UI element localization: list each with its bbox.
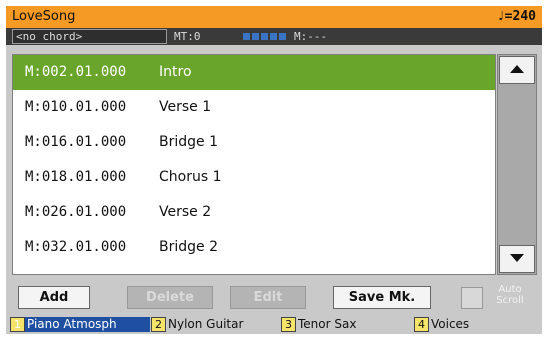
track-1[interactable]: 1 Piano Atmosph <box>10 317 150 332</box>
track-name: Tenor Sax <box>298 317 357 331</box>
song-title: LoveSong <box>12 9 76 24</box>
auto-scroll-checkbox[interactable] <box>461 287 483 309</box>
marker-time: M:016.01.000 <box>25 134 127 150</box>
list-scrollbar[interactable] <box>497 54 537 275</box>
track-name: Piano Atmosph <box>27 317 117 331</box>
track-name: Voices <box>431 317 470 331</box>
list-item[interactable]: M:032.01.000 Bridge 2 <box>13 230 495 265</box>
list-item[interactable]: M:026.01.000 Verse 2 <box>13 195 495 230</box>
marker-name: Chorus 1 <box>159 169 222 185</box>
edit-button[interactable]: Edit <box>230 286 306 309</box>
auto-scroll-label-line2: Scroll <box>496 295 524 306</box>
track-3[interactable]: 3 Tenor Sax <box>281 317 391 332</box>
list-item[interactable]: M:010.01.000 Verse 1 <box>13 90 495 125</box>
measure-readout: M:--- <box>294 30 328 43</box>
scroll-up-button[interactable] <box>499 56 535 84</box>
marker-time: M:002.01.000 <box>25 64 127 80</box>
marker-name: Intro <box>159 64 192 80</box>
tempo-readout: ♩=240 <box>496 9 536 24</box>
auto-scroll-label-line1: Auto <box>498 284 522 295</box>
marker-time: M:026.01.000 <box>25 204 127 220</box>
marker-name: Verse 2 <box>159 204 212 220</box>
marker-list: M:002.01.000 Intro M:010.01.000 Verse 1 … <box>12 54 496 275</box>
status-bar: <no chord> MT:0 M:--- <box>6 28 542 45</box>
arrow-up-icon <box>510 65 524 73</box>
marker-panel: LoveSong ♩=240 <no chord> MT:0 M:--- M:0… <box>6 6 542 334</box>
track-2[interactable]: 2 Nylon Guitar <box>151 317 271 332</box>
action-buttons: Add Delete Edit Save Mk. Auto Scroll <box>6 284 542 312</box>
track-4[interactable]: 4 Voices <box>414 317 504 332</box>
scroll-down-button[interactable] <box>499 245 535 273</box>
track-number: 3 <box>281 317 296 332</box>
track-number: 1 <box>10 317 25 332</box>
mt-readout: MT:0 <box>174 30 201 43</box>
marker-name: Verse 1 <box>159 99 212 115</box>
delete-button[interactable]: Delete <box>127 286 213 309</box>
track-number: 4 <box>414 317 429 332</box>
track-number: 2 <box>151 317 166 332</box>
marker-time: M:032.01.000 <box>25 239 127 255</box>
title-bar: LoveSong ♩=240 <box>6 6 542 28</box>
marker-name: Bridge 1 <box>159 134 218 150</box>
list-item[interactable]: M:018.01.000 Chorus 1 <box>13 160 495 195</box>
marker-time: M:018.01.000 <box>25 169 127 185</box>
list-item[interactable]: M:002.01.000 Intro <box>13 55 495 90</box>
add-button[interactable]: Add <box>18 286 90 309</box>
track-name: Nylon Guitar <box>168 317 244 331</box>
arrow-down-icon <box>510 254 524 262</box>
chord-display: <no chord> <box>12 29 167 44</box>
list-item[interactable]: M:016.01.000 Bridge 1 <box>13 125 495 160</box>
beat-meter-icon <box>243 33 286 40</box>
marker-time: M:010.01.000 <box>25 99 127 115</box>
track-bar: 1 Piano Atmosph 2 Nylon Guitar 3 Tenor Sax … <box>6 315 542 334</box>
marker-name: Bridge 2 <box>159 239 218 255</box>
auto-scroll-label: Auto Scroll <box>485 284 535 306</box>
save-marker-button[interactable]: Save Mk. <box>333 286 431 309</box>
